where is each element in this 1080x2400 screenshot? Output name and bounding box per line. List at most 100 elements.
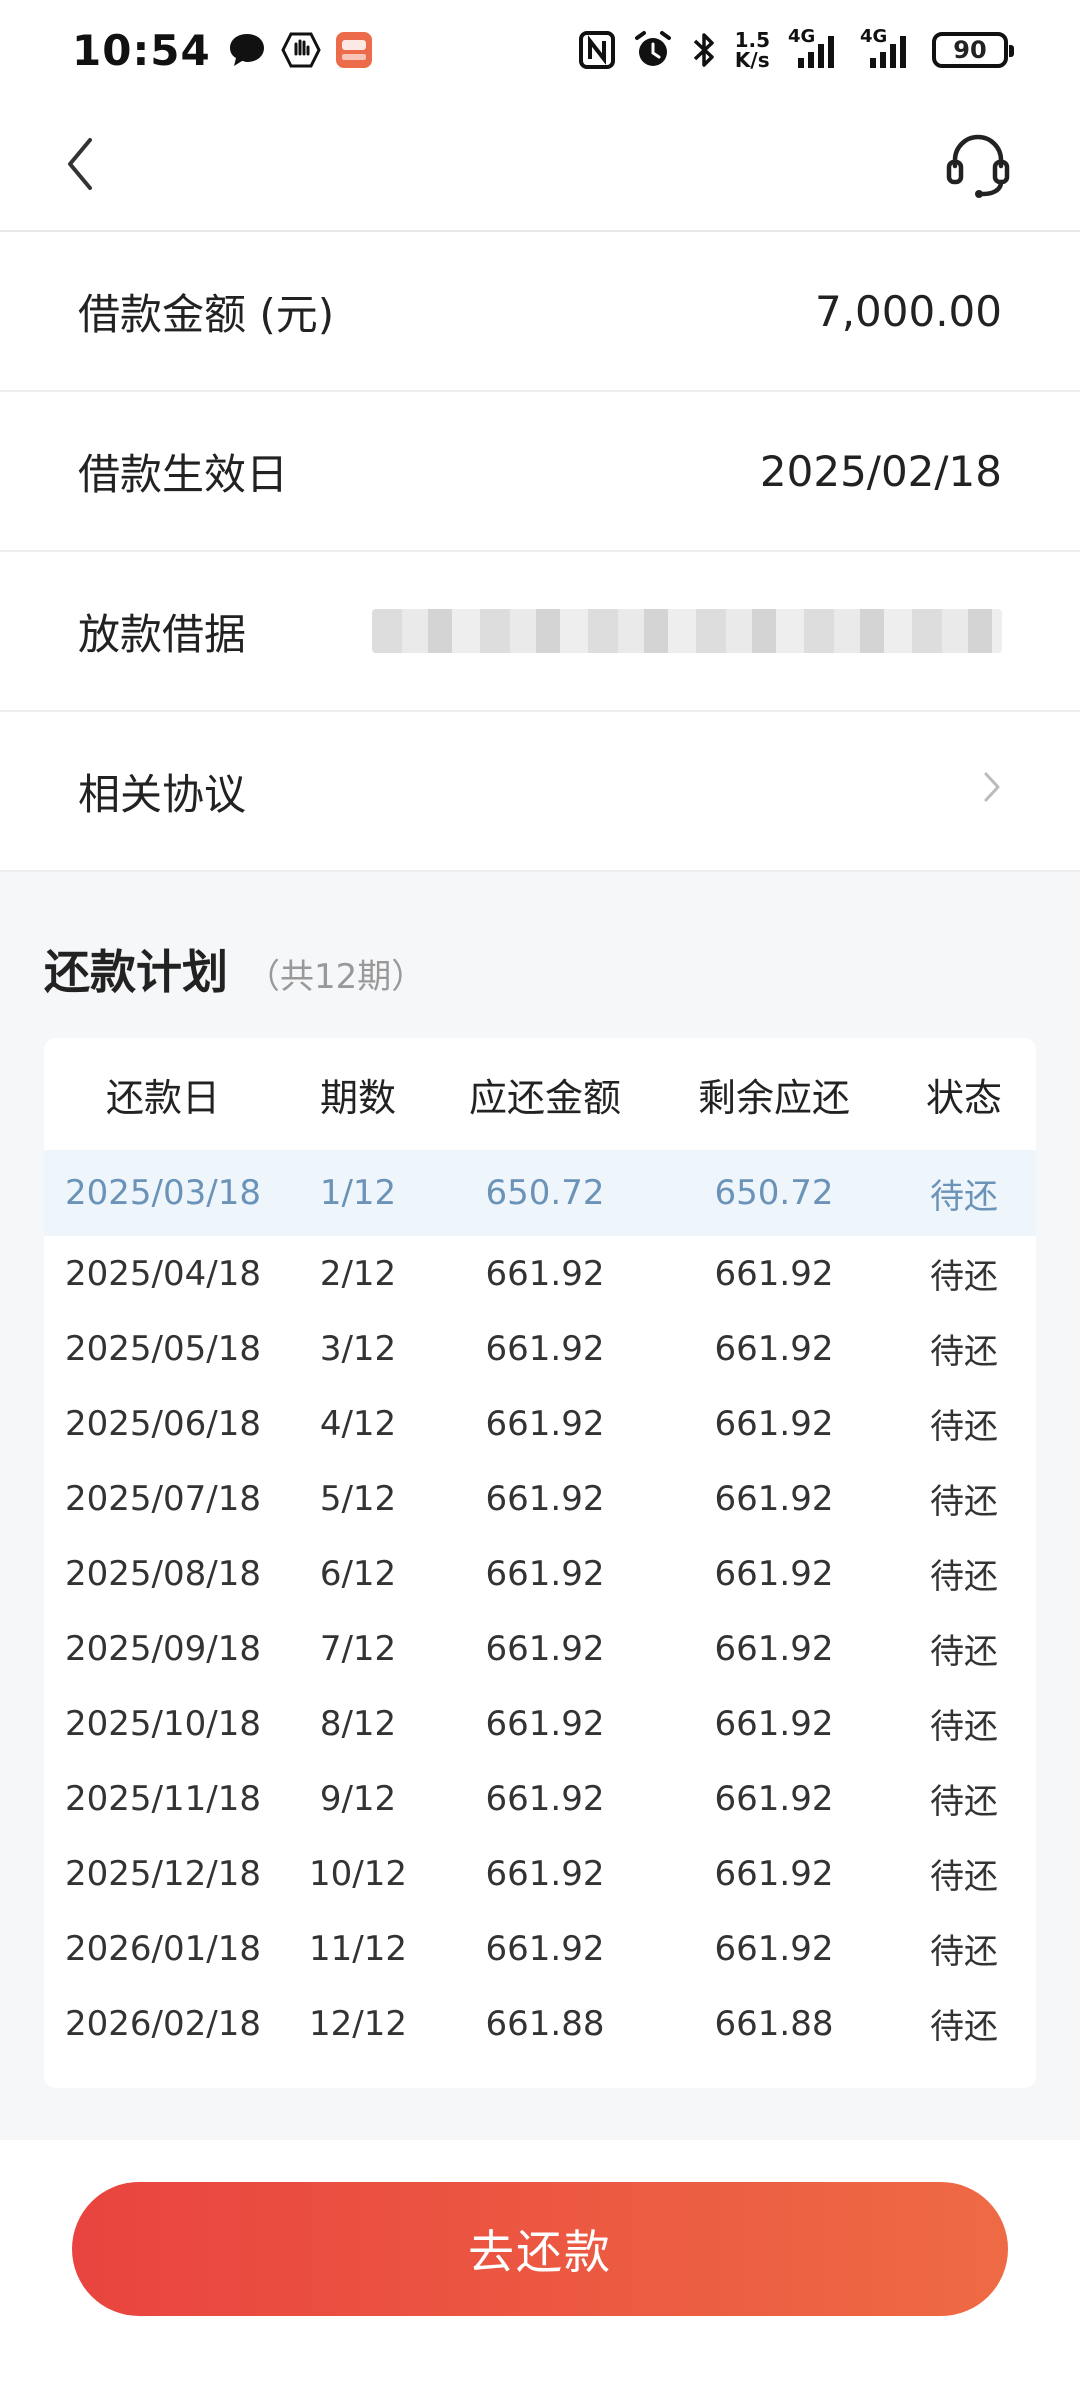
loan-info-list: 借款金额 (元) 7,000.00 借款生效日 2025/02/18 放款借据 …	[0, 232, 1080, 872]
cell-remain: 661.92	[714, 1553, 834, 1594]
alarm-icon	[633, 30, 673, 70]
table-row: 2026/02/18 12/12 661.88 661.88 待还	[44, 1986, 1036, 2061]
cell-date: 2025/08/18	[65, 1553, 261, 1594]
customer-service-button[interactable]	[938, 124, 1018, 208]
status-bar: 10:54 1.5 K/s 4G 4G 90	[0, 0, 1080, 100]
cell-status: 待还	[930, 1707, 998, 1747]
header-due-date: 还款日	[105, 1075, 220, 1120]
cell-status: 待还	[930, 1632, 998, 1672]
table-row: 2025/04/18 2/12 661.92 661.92 待还	[44, 1236, 1036, 1311]
chevron-left-icon	[62, 134, 98, 198]
signal-label-1: 4G	[788, 26, 816, 47]
cell-amount: 661.92	[485, 1628, 605, 1669]
loan-receipt-label: 放款借据	[78, 609, 247, 659]
cell-date: 2025/10/18	[65, 1703, 261, 1744]
cell-amount: 661.92	[485, 1478, 605, 1519]
cell-status: 待还	[930, 1857, 998, 1897]
repayment-plan-title: 还款计划	[44, 945, 228, 999]
hand-shield-icon	[281, 30, 321, 70]
table-row: 2025/03/18 1/12 650.72 650.72 待还	[44, 1150, 1036, 1236]
cell-amount: 661.92	[485, 1553, 605, 1594]
cell-term: 2/12	[319, 1253, 397, 1294]
table-row: 2025/11/18 9/12 661.92 661.92 待还	[44, 1761, 1036, 1836]
battery-indicator: 90	[932, 32, 1014, 68]
back-button[interactable]	[62, 126, 118, 206]
status-notification-icons	[227, 30, 373, 70]
table-row: 2025/09/18 7/12 661.92 661.92 待还	[44, 1611, 1036, 1686]
cell-status: 待还	[930, 1932, 998, 1972]
chat-bubble-icon	[227, 31, 267, 69]
cell-term: 9/12	[319, 1778, 397, 1819]
nfc-icon	[578, 31, 615, 69]
table-header-row: 还款日 期数 应还金额 剩余应还 状态	[44, 1038, 1036, 1150]
cell-date: 2026/02/18	[65, 2003, 261, 2044]
cell-amount: 661.92	[485, 1853, 605, 1894]
loan-amount-value: 7,000.00	[814, 286, 1002, 336]
table-row: 2025/10/18 8/12 661.92 661.92 待还	[44, 1686, 1036, 1761]
cell-term: 6/12	[319, 1553, 397, 1594]
loan-receipt-row: 放款借据	[0, 552, 1080, 712]
cell-amount: 661.92	[485, 1703, 605, 1744]
cell-date: 2025/05/18	[65, 1328, 261, 1369]
cell-date: 2025/03/18	[44, 1150, 282, 1236]
cell-term: 11/12	[309, 1928, 407, 1969]
chevron-right-icon	[982, 768, 1002, 814]
headset-icon	[943, 128, 1013, 204]
table-row: 2026/01/18 11/12 661.92 661.92 待还	[44, 1911, 1036, 1986]
effective-date-label: 借款生效日	[78, 449, 289, 499]
table-row: 2025/07/18 5/12 661.92 661.92 待还	[44, 1461, 1036, 1536]
page: 10:54 1.5 K/s 4G 4G 90 借款金额 (元) 7,000.00…	[0, 0, 1080, 2400]
cell-status: 待还	[930, 1332, 998, 1372]
cell-remain: 661.92	[714, 1778, 834, 1819]
nav-bar	[0, 100, 1080, 232]
cell-remain: 650.72	[656, 1150, 892, 1236]
table-row: 2025/06/18 4/12 661.92 661.92 待还	[44, 1386, 1036, 1461]
signal-icon-1: 4G	[788, 26, 842, 70]
cell-status: 待还	[930, 1557, 998, 1597]
cell-remain: 661.92	[714, 1928, 834, 1969]
cell-date: 2025/09/18	[65, 1628, 261, 1669]
loan-amount-row: 借款金额 (元) 7,000.00	[0, 232, 1080, 392]
cell-amount: 661.92	[485, 1778, 605, 1819]
header-amount-due: 应还金额	[468, 1075, 621, 1120]
cell-remain: 661.92	[714, 1703, 834, 1744]
cell-date: 2025/04/18	[65, 1253, 261, 1294]
repayment-plan-card: 还款日 期数 应还金额 剩余应还 状态 2025/03/18 1/12 650.…	[44, 1038, 1036, 2088]
bluetooth-icon	[691, 30, 717, 70]
cell-amount: 650.72	[434, 1150, 656, 1236]
cell-amount: 661.92	[485, 1253, 605, 1294]
cell-remain: 661.92	[714, 1328, 834, 1369]
cell-term: 8/12	[319, 1703, 397, 1744]
cell-remain: 661.92	[714, 1403, 834, 1444]
cell-amount: 661.92	[485, 1403, 605, 1444]
related-agreement-row[interactable]: 相关协议	[0, 712, 1080, 872]
cell-date: 2026/01/18	[65, 1928, 261, 1969]
cell-remain: 661.92	[714, 1253, 834, 1294]
cell-remain: 661.92	[714, 1478, 834, 1519]
cell-term: 5/12	[319, 1478, 397, 1519]
cell-date: 2025/07/18	[65, 1478, 261, 1519]
cell-status: 待还	[892, 1150, 1036, 1236]
cell-remain: 661.92	[714, 1628, 834, 1669]
header-remaining-due: 剩余应还	[697, 1075, 850, 1120]
signal-icon-2: 4G	[860, 26, 914, 70]
cell-term: 1/12	[282, 1150, 434, 1236]
repayment-plan-header: 还款计划 （共12期）	[44, 936, 425, 1002]
table-row: 2025/12/18 10/12 661.92 661.92 待还	[44, 1836, 1036, 1911]
cell-status: 待还	[930, 1782, 998, 1822]
repay-button[interactable]: 去还款	[72, 2182, 1008, 2316]
app-notification-icon	[335, 31, 373, 69]
cell-status: 待还	[930, 2007, 998, 2047]
cell-term: 4/12	[319, 1403, 397, 1444]
cell-amount: 661.92	[485, 1328, 605, 1369]
cell-term: 12/12	[309, 2003, 407, 2044]
repayment-plan-table: 还款日 期数 应还金额 剩余应还 状态 2025/03/18 1/12 650.…	[44, 1038, 1036, 2061]
table-row: 2025/08/18 6/12 661.92 661.92 待还	[44, 1536, 1036, 1611]
cell-date: 2025/12/18	[65, 1853, 261, 1894]
cell-status: 待还	[930, 1407, 998, 1447]
cell-remain: 661.88	[714, 2003, 834, 2044]
header-term: 期数	[319, 1075, 396, 1120]
status-system-icons: 1.5 K/s 4G 4G 90	[578, 26, 1014, 70]
related-agreement-label: 相关协议	[78, 769, 247, 819]
table-row: 2025/05/18 3/12 661.92 661.92 待还	[44, 1311, 1036, 1386]
